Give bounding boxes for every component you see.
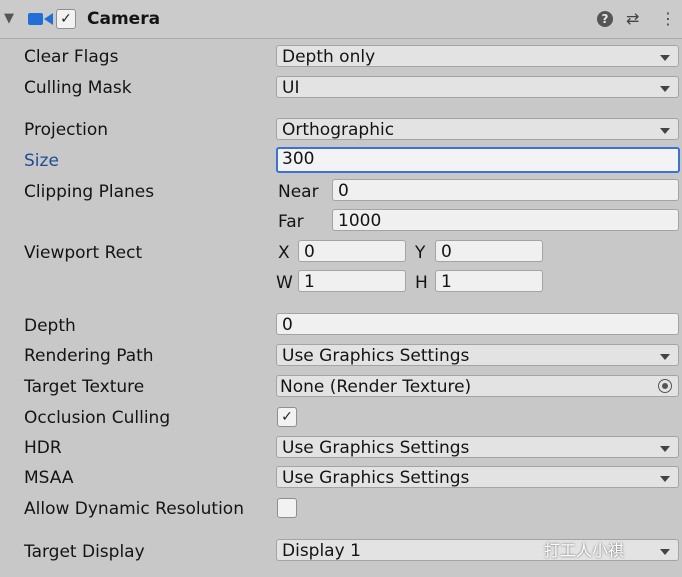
allow-dynamic-resolution-label: Allow Dynamic Resolution xyxy=(24,499,244,519)
hdr-dropdown[interactable]: Use Graphics Settings xyxy=(276,436,679,458)
hdr-value: Use Graphics Settings xyxy=(282,438,470,458)
viewport-w-label: W xyxy=(276,273,293,293)
target-display-label: Target Display xyxy=(24,542,145,562)
rendering-path-value: Use Graphics Settings xyxy=(282,346,470,366)
preset-icon[interactable]: ⇄ xyxy=(626,9,639,28)
chevron-down-icon xyxy=(660,128,670,134)
msaa-dropdown[interactable]: Use Graphics Settings xyxy=(276,466,679,488)
projection-value: Orthographic xyxy=(282,120,395,140)
viewport-rect-label: Viewport Rect xyxy=(24,243,143,263)
collapse-arrow-icon[interactable]: ▼ xyxy=(4,11,14,26)
culling-mask-dropdown[interactable]: UI xyxy=(276,76,679,98)
far-label: Far xyxy=(278,212,304,232)
kebab-menu-icon[interactable]: ⋮ xyxy=(660,9,676,28)
occlusion-culling-label: Occlusion Culling xyxy=(24,408,171,428)
rendering-path-dropdown[interactable]: Use Graphics Settings xyxy=(276,344,679,366)
chevron-down-icon xyxy=(660,354,670,360)
msaa-value: Use Graphics Settings xyxy=(282,468,470,488)
chevron-down-icon xyxy=(660,86,670,92)
chevron-down-icon xyxy=(660,476,670,482)
projection-dropdown[interactable]: Orthographic xyxy=(276,118,679,140)
msaa-label: MSAA xyxy=(24,468,74,488)
viewport-h-label: H xyxy=(415,273,428,293)
component-enabled-checkbox[interactable]: ✓ xyxy=(56,9,76,29)
near-label: Near xyxy=(278,182,319,202)
depth-input[interactable]: 0 xyxy=(276,313,679,335)
watermark-text: 打工人小祺 xyxy=(544,541,625,560)
help-icon[interactable]: ? xyxy=(597,11,613,27)
depth-label: Depth xyxy=(24,316,76,336)
size-input[interactable]: 300 xyxy=(276,147,680,173)
viewport-y-input[interactable]: 0 xyxy=(435,240,543,262)
chevron-down-icon xyxy=(660,549,670,555)
hdr-label: HDR xyxy=(24,438,62,458)
target-texture-value: None (Render Texture) xyxy=(280,377,472,397)
chevron-down-icon xyxy=(660,55,670,61)
clear-flags-dropdown[interactable]: Depth only xyxy=(276,45,679,67)
rendering-path-label: Rendering Path xyxy=(24,346,154,366)
far-input[interactable]: 1000 xyxy=(332,209,679,231)
clear-flags-value: Depth only xyxy=(282,47,376,67)
viewport-w-input[interactable]: 1 xyxy=(298,270,406,292)
culling-mask-value: UI xyxy=(282,78,300,98)
clipping-planes-label: Clipping Planes xyxy=(24,182,155,202)
near-input[interactable]: 0 xyxy=(332,179,679,201)
target-texture-object-field[interactable]: None (Render Texture) xyxy=(276,375,679,397)
culling-mask-label: Culling Mask xyxy=(24,78,132,98)
chevron-down-icon xyxy=(660,446,670,452)
size-label: Size xyxy=(24,151,59,171)
component-title: Camera xyxy=(87,9,161,29)
viewport-y-label: Y xyxy=(415,243,426,263)
object-picker-icon[interactable] xyxy=(658,379,672,393)
target-texture-label: Target Texture xyxy=(24,377,145,397)
viewport-h-input[interactable]: 1 xyxy=(435,270,543,292)
projection-label: Projection xyxy=(24,120,109,140)
camera-inspector-panel: ▼ ✓ Camera ? ⇄ ⋮ Clear Flags Depth only … xyxy=(0,0,682,577)
clear-flags-label: Clear Flags xyxy=(24,47,119,67)
viewport-x-label: X xyxy=(278,243,290,263)
target-display-value: Display 1 xyxy=(282,541,361,561)
occlusion-culling-checkbox[interactable]: ✓ xyxy=(277,407,297,427)
viewport-x-input[interactable]: 0 xyxy=(298,240,406,262)
component-header: ▼ ✓ Camera ? ⇄ ⋮ xyxy=(0,0,682,39)
camera-icon xyxy=(28,13,53,25)
allow-dynamic-resolution-checkbox[interactable] xyxy=(277,498,297,518)
